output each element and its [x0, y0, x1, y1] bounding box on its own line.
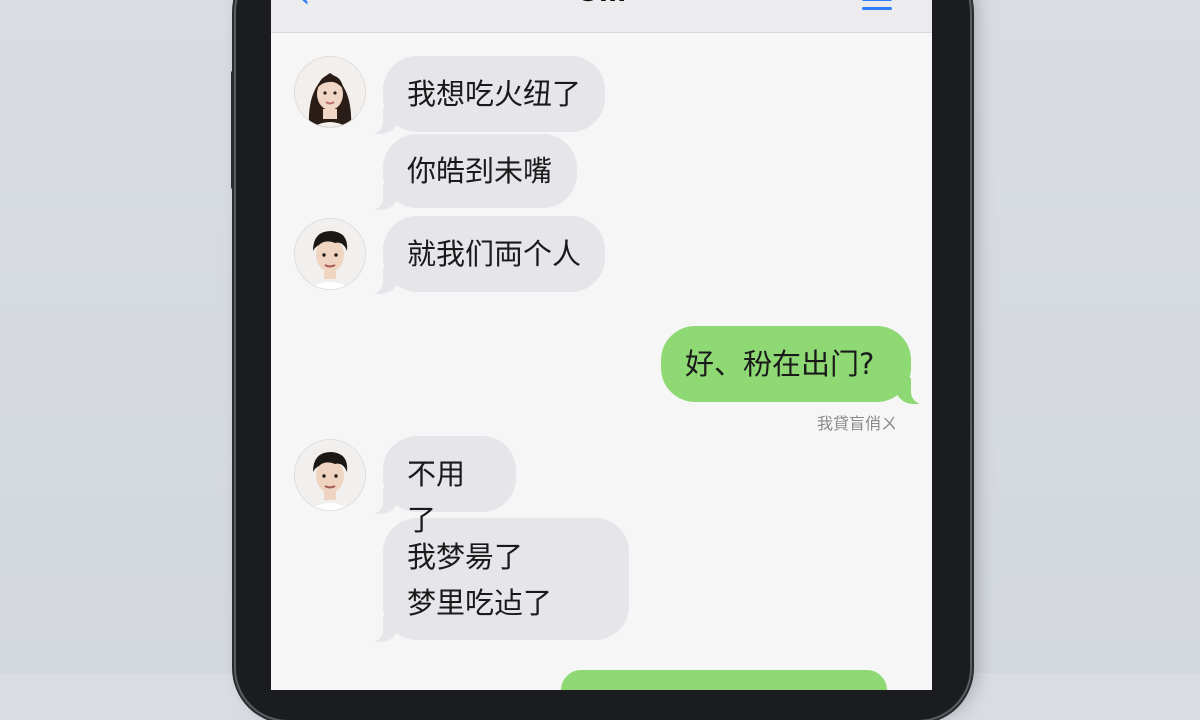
menu-icon[interactable]: [862, 0, 892, 10]
message-bubble-incoming[interactable]: 就我们両个人: [363, 216, 605, 294]
delivery-status: 我貸盲俏ㄨ: [817, 414, 898, 433]
message-text: 我想吃火纽了: [407, 77, 582, 111]
message-text: 你皓刭未嘴: [407, 154, 553, 188]
conversation-title: Om: [271, 0, 932, 8]
message-text: 好、秎在出门?: [685, 347, 875, 381]
avatar-boy[interactable]: [295, 219, 365, 289]
message-text: 不用了: [407, 457, 466, 537]
message-bubble-outgoing[interactable]: 好、秎在出门?: [661, 326, 931, 404]
message-bubble-incoming[interactable]: 不用了: [363, 436, 516, 537]
chat-screen[interactable]: ‹ Om 我想吃火纽了 你皓刭未嘴: [271, 0, 932, 690]
message-text: 梦里吃迠了: [407, 586, 553, 620]
message-text: 就我们両个人: [407, 237, 582, 271]
navigation-bar: ‹ Om: [271, 0, 932, 33]
message-bubble-incoming[interactable]: 你皓刭未嘴: [363, 134, 577, 210]
message-bubble-outgoing-partial[interactable]: [561, 670, 887, 690]
avatar-boy[interactable]: [295, 440, 365, 510]
message-bubble-incoming[interactable]: 我梦昜了 梦里吃迠了: [363, 518, 629, 642]
message-bubble-incoming[interactable]: 我想吃火纽了: [363, 56, 605, 134]
message-text: 我梦昜了: [407, 540, 524, 574]
avatar-girl[interactable]: [295, 57, 365, 127]
